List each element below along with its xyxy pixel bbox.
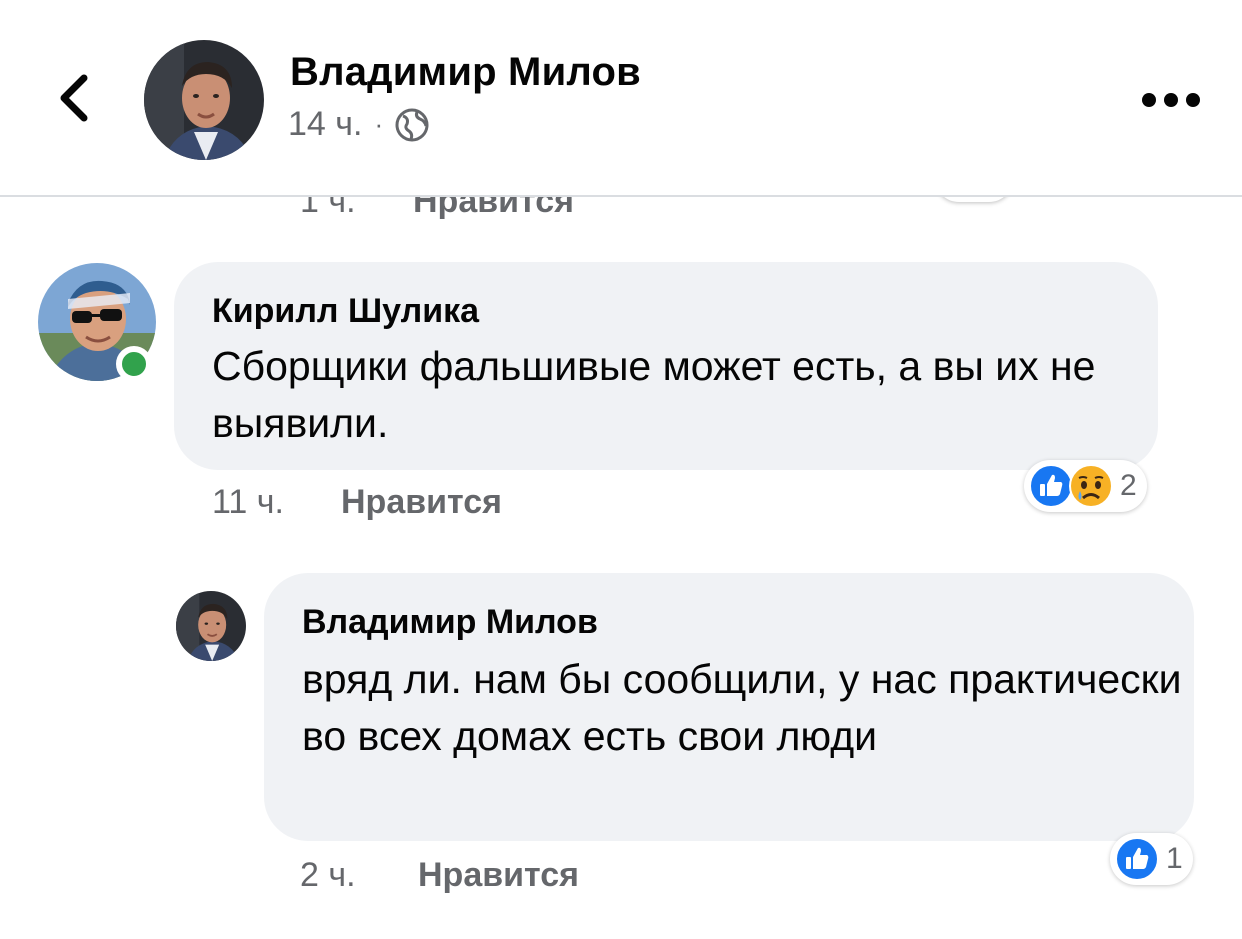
post-author-avatar[interactable]	[144, 40, 264, 160]
comment-like-link[interactable]: Нравится	[341, 483, 502, 522]
chevron-left-icon	[60, 74, 88, 122]
comment-text: Сборщики фальшивые может есть, а вы их н…	[212, 343, 1096, 446]
back-button[interactable]	[44, 66, 104, 130]
reply-time[interactable]: 2 ч.	[300, 856, 356, 895]
more-options-button[interactable]	[1136, 80, 1206, 120]
comment-bubble[interactable]: Кирилл Шулика Сборщики фальшивые может е…	[174, 262, 1158, 470]
post-time[interactable]: 14 ч.	[288, 105, 362, 144]
reply-text: вряд ли. нам бы сообщили, у нас практиче…	[302, 656, 1182, 759]
post-meta: 14 ч. ·	[288, 105, 431, 144]
online-status-dot	[116, 346, 152, 382]
sad-reaction-icon	[1068, 463, 1114, 509]
reply-bubble[interactable]: Владимир Милов вряд ли. нам бы сообщили,…	[264, 573, 1194, 841]
meta-separator: ·	[374, 109, 384, 139]
reaction-count: 2	[1120, 469, 1137, 502]
globe-icon	[393, 106, 431, 144]
post-header: Владимир Милов 14 ч. ·	[0, 0, 1242, 197]
reply-author[interactable]: Владимир Милов	[302, 603, 598, 642]
reply-like-link[interactable]: Нравится	[418, 856, 579, 895]
post-author-name[interactable]: Владимир Милов	[290, 50, 641, 95]
comment-time[interactable]: 11 ч.	[212, 483, 284, 522]
comments-page: Владимир Милов 14 ч. · 1 ч. Нравится Кир…	[0, 0, 1242, 939]
more-horizontal-icon	[1142, 93, 1200, 107]
comment-reactions[interactable]: 2	[1024, 460, 1147, 512]
reply-reactions[interactable]: 1	[1110, 833, 1193, 885]
reply-author-avatar[interactable]	[176, 591, 246, 661]
like-reaction-icon	[1114, 836, 1160, 882]
comment-author[interactable]: Кирилл Шулика	[212, 292, 479, 331]
reaction-count: 1	[1166, 842, 1183, 875]
